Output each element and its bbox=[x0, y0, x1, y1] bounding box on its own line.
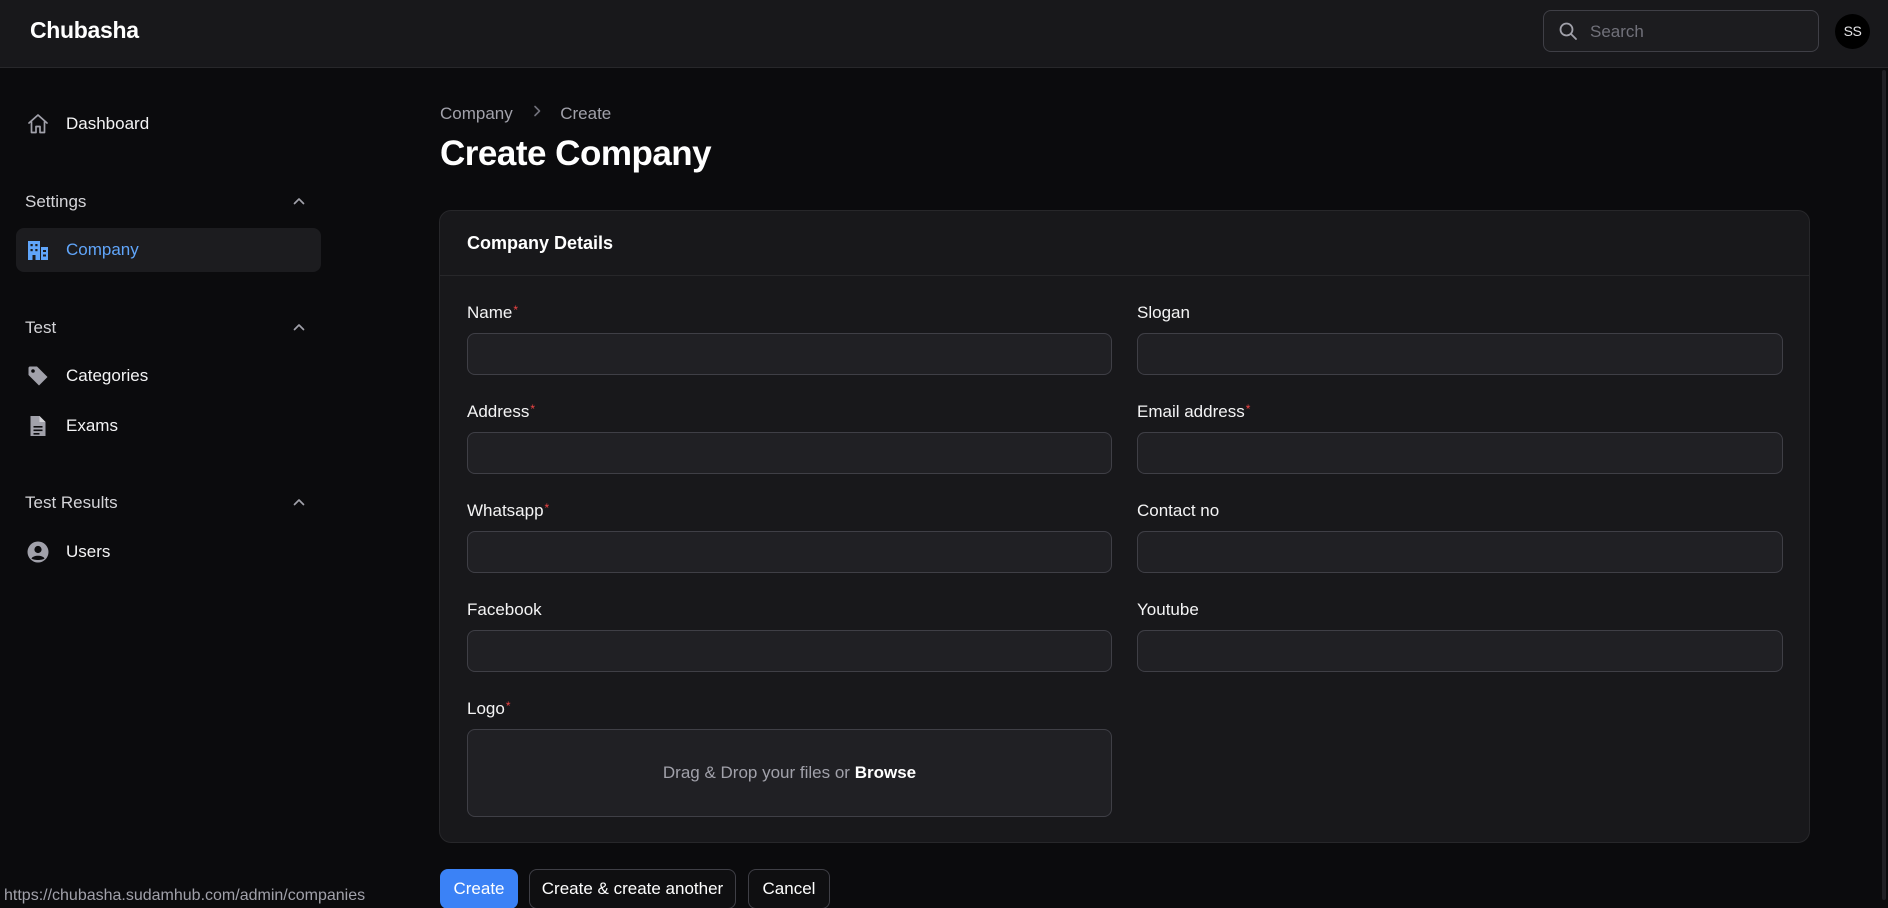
sidebar-item-categories[interactable]: Categories bbox=[16, 354, 321, 398]
email-label: Email address* bbox=[1137, 402, 1250, 422]
contact-no-input[interactable] bbox=[1137, 531, 1783, 573]
sidebar-group-test-results[interactable]: Test Results bbox=[25, 493, 118, 513]
search-icon bbox=[1559, 22, 1577, 40]
sidebar-item-label: Company bbox=[66, 240, 139, 259]
brand-logo[interactable]: Chubasha bbox=[30, 17, 139, 44]
sidebar-item-dashboard[interactable]: Dashboard bbox=[16, 102, 321, 146]
home-icon bbox=[28, 114, 48, 134]
field-label-text: Name bbox=[467, 303, 513, 322]
page-title: Create Company bbox=[440, 134, 712, 173]
section-title: Company Details bbox=[467, 233, 614, 253]
cancel-button[interactable]: Cancel bbox=[748, 869, 830, 908]
breadcrumb: Company Create bbox=[440, 103, 611, 124]
field-label-text: Facebook bbox=[467, 600, 542, 619]
address-label: Address* bbox=[467, 402, 535, 422]
sidebar-group-test[interactable]: Test bbox=[25, 318, 56, 338]
scrollbar-thumb[interactable] bbox=[1882, 70, 1886, 900]
field-label-text: Email address bbox=[1137, 402, 1245, 421]
chevron-right-icon bbox=[533, 105, 540, 117]
required-marker: * bbox=[1245, 402, 1251, 416]
search-input[interactable]: Search bbox=[1543, 10, 1819, 52]
sidebar-item-users[interactable]: Users bbox=[16, 530, 321, 574]
create-and-create-another-button[interactable]: Create & create another bbox=[529, 869, 736, 908]
field-label-text: Whatsapp bbox=[467, 501, 544, 520]
whatsapp-input[interactable] bbox=[467, 531, 1112, 573]
breadcrumb-item-create: Create bbox=[560, 103, 612, 123]
youtube-label: Youtube bbox=[1137, 600, 1199, 620]
logo-label: Logo* bbox=[467, 699, 511, 719]
sidebar-item-label: Dashboard bbox=[66, 114, 150, 133]
required-marker: * bbox=[544, 501, 550, 515]
sidebar-item-label: Categories bbox=[66, 366, 149, 385]
required-marker: * bbox=[505, 699, 511, 713]
company-details-section: Company Details Name* Slogan Address* Em… bbox=[439, 210, 1810, 843]
field-label-text: Contact no bbox=[1137, 501, 1220, 520]
tag-icon bbox=[28, 366, 48, 386]
facebook-label: Facebook bbox=[467, 600, 542, 620]
user-circle-icon bbox=[27, 541, 49, 563]
sidebar-item-exams[interactable]: Exams bbox=[16, 404, 321, 448]
create-button[interactable]: Create bbox=[440, 869, 518, 908]
youtube-input[interactable] bbox=[1137, 630, 1783, 672]
user-avatar[interactable]: SS bbox=[1835, 14, 1870, 49]
slogan-label: Slogan bbox=[1137, 303, 1190, 323]
building-icon bbox=[28, 241, 48, 260]
chevron-up-icon[interactable] bbox=[292, 194, 306, 208]
search-placeholder: Search bbox=[1590, 22, 1644, 41]
sidebar-item-company[interactable]: Company bbox=[16, 228, 321, 272]
field-label-text: Slogan bbox=[1137, 303, 1190, 322]
top-bar: Chubasha Search SS bbox=[0, 0, 1888, 68]
facebook-input[interactable] bbox=[467, 630, 1112, 672]
required-marker: * bbox=[513, 303, 519, 317]
email-input[interactable] bbox=[1137, 432, 1783, 474]
name-input[interactable] bbox=[467, 333, 1112, 375]
sidebar-group-settings[interactable]: Settings bbox=[25, 192, 86, 212]
slogan-input[interactable] bbox=[1137, 333, 1783, 375]
document-icon bbox=[30, 416, 46, 436]
logo-file-dropzone[interactable]: Drag & Drop your files or Browse bbox=[467, 729, 1112, 817]
section-header: Company Details bbox=[440, 211, 1809, 276]
sidebar-item-label: Users bbox=[66, 542, 111, 561]
sidebar-item-label: Exams bbox=[66, 416, 118, 435]
required-marker: * bbox=[530, 402, 536, 416]
chevron-up-icon[interactable] bbox=[292, 495, 306, 509]
breadcrumb-item-company[interactable]: Company bbox=[440, 104, 513, 124]
browse-link[interactable]: Browse bbox=[855, 763, 916, 782]
field-label-text: Logo bbox=[467, 699, 505, 718]
status-bar-url: https://chubasha.sudamhub.com/admin/comp… bbox=[4, 887, 366, 904]
name-label: Name* bbox=[467, 303, 518, 323]
whatsapp-label: Whatsapp* bbox=[467, 501, 549, 521]
dropzone-text: Drag & Drop your files or bbox=[662, 763, 850, 782]
chevron-up-icon[interactable] bbox=[292, 320, 306, 334]
field-label-text: Address bbox=[467, 402, 530, 421]
contact-no-label: Contact no bbox=[1137, 501, 1219, 521]
field-label-text: Youtube bbox=[1137, 600, 1199, 619]
address-input[interactable] bbox=[467, 432, 1112, 474]
